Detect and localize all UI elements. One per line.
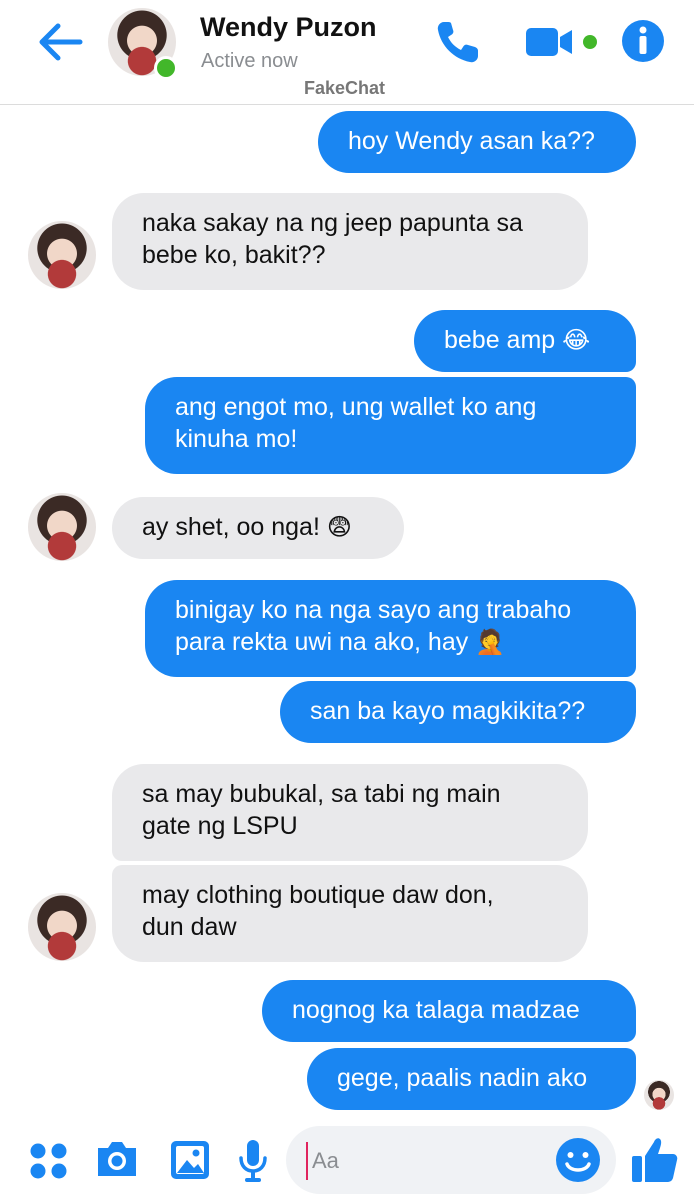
message-line: sa may bubukal, sa tabi ng main (142, 780, 501, 808)
video-active-dot (583, 35, 597, 49)
incoming-message[interactable]: naka sakay na ng jeep papunta sa bebe ko… (112, 193, 588, 290)
message-input-container[interactable] (286, 1126, 616, 1194)
contact-avatar[interactable] (28, 893, 96, 961)
apps-grid-icon[interactable] (28, 1140, 70, 1182)
contact-avatar[interactable] (28, 221, 96, 289)
outgoing-message[interactable]: nognog ka talaga madzae (262, 980, 636, 1042)
message-input[interactable] (306, 1142, 544, 1180)
message-text: san ba kayo magkikita?? (310, 697, 586, 725)
camera-icon[interactable] (94, 1136, 140, 1182)
message-line: ang engot mo, ung wallet ko ang (175, 393, 537, 421)
phone-icon[interactable] (434, 18, 484, 66)
contact-avatar[interactable] (28, 493, 96, 561)
tears-of-joy-emoji-icon: 😂 (562, 326, 591, 354)
outgoing-message[interactable]: bebe amp 😂 (414, 310, 636, 372)
message-line: bebe ko, bakit?? (142, 241, 326, 269)
message-text: ay shet, oo nga! (142, 513, 320, 541)
message-text: gege, paalis nadin ako (337, 1064, 588, 1092)
info-icon[interactable] (620, 18, 666, 64)
chat-header: Wendy Puzon Active now FakeChat (0, 0, 694, 105)
incoming-message[interactable]: ay shet, oo nga! 😨 (112, 497, 404, 559)
outgoing-message[interactable]: hoy Wendy asan ka?? (318, 111, 636, 173)
contact-status: Active now (201, 50, 298, 72)
thumbs-up-icon[interactable] (630, 1134, 680, 1186)
back-arrow-icon[interactable] (36, 20, 84, 64)
video-camera-icon[interactable] (524, 24, 576, 60)
message-line: gate ng LSPU (142, 812, 298, 840)
message-text: hoy Wendy asan ka?? (348, 127, 595, 155)
message-line: may clothing boutique daw don, (142, 881, 494, 909)
message-line: naka sakay na ng jeep papunta sa (142, 209, 523, 237)
gallery-icon[interactable] (168, 1138, 212, 1182)
outgoing-message[interactable]: ang engot mo, ung wallet ko ang kinuha m… (145, 377, 636, 474)
message-line-text: para rekta uwi na ako, hay (175, 628, 469, 656)
outgoing-message[interactable]: binigay ko na nga sayo ang trabaho para … (145, 580, 636, 677)
watermark-text: FakeChat (304, 78, 386, 98)
outgoing-message[interactable]: gege, paalis nadin ako (307, 1048, 636, 1110)
message-line: binigay ko na nga sayo ang trabaho (175, 596, 572, 624)
incoming-message[interactable]: may clothing boutique daw don, dun daw (112, 865, 588, 962)
outgoing-message[interactable]: san ba kayo magkikita?? (280, 681, 636, 743)
incoming-message[interactable]: sa may bubukal, sa tabi ng main gate ng … (112, 764, 588, 861)
seen-receipt-avatar (644, 1080, 674, 1110)
presence-indicator (154, 56, 178, 80)
fearful-face-emoji-icon: 😨 (326, 513, 352, 541)
message-text: nognog ka talaga madzae (292, 996, 580, 1024)
contact-name[interactable]: Wendy Puzon (200, 12, 377, 43)
emoji-icon[interactable] (554, 1136, 602, 1184)
message-line: para rekta uwi na ako, hay 🤦 (175, 626, 606, 658)
message-line: kinuha mo! (175, 425, 298, 453)
composer-bar (0, 1120, 694, 1200)
facepalm-emoji-icon: 🤦 (475, 628, 506, 656)
microphone-icon[interactable] (236, 1138, 270, 1184)
message-text: bebe amp (444, 326, 556, 354)
message-thread[interactable]: hoy Wendy asan ka?? naka sakay na ng jee… (0, 105, 694, 1120)
message-line: dun daw (142, 913, 237, 941)
